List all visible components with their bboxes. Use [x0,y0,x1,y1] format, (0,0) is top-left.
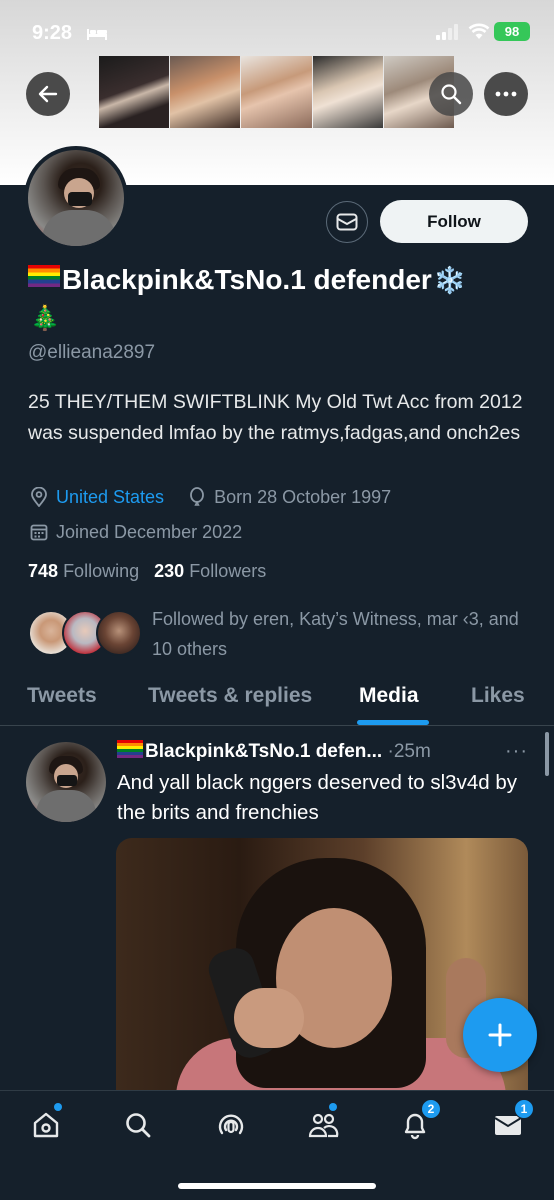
followers-link[interactable]: 230 Followers [154,561,266,581]
tweet-media-image[interactable] [116,838,528,1090]
status-bar: 9:28 98 [0,18,554,48]
profile-tabs: Tweets Tweets & replies Media Likes [0,672,554,726]
notifications-badge: 2 [421,1099,441,1119]
profile-meta-row: United States Born 28 October 1997 [28,484,391,510]
profile-name: Blackpink&TsNo.1 defender❄️ [28,264,466,296]
sleep-focus-icon [87,29,107,40]
followed-by-section[interactable]: Followed by eren, Katy’s Witness, mar ‹3… [28,604,528,666]
avatar-body [42,210,116,246]
profile-joined-row: Joined December 2022 [28,519,242,545]
communities-notification-dot [329,1103,337,1111]
snowflake-emoji: ❄️ [433,265,467,295]
active-tab-indicator [357,720,429,725]
avatar-mask [68,192,92,206]
scrollbar[interactable] [545,732,549,776]
location-link[interactable]: United States [56,487,164,508]
mail-icon [336,213,358,231]
following-link[interactable]: 748 Following [28,561,139,581]
home-notification-dot [54,1103,62,1111]
nav-search[interactable] [118,1105,158,1145]
media-hand [234,988,304,1048]
message-button[interactable] [326,201,368,243]
battery-indicator: 98 [494,22,530,41]
messages-badge: 1 [514,1099,534,1119]
banner-photo-4 [312,56,383,128]
joined-date: Joined December 2022 [56,521,243,542]
cellular-signal-icon [436,24,458,40]
search-icon [441,84,462,105]
nav-spaces[interactable] [211,1105,251,1145]
more-options-button[interactable] [484,72,528,116]
compose-tweet-button[interactable] [463,998,537,1072]
tweet-timestamp: 25m [393,741,431,762]
tweet-more-button[interactable]: ··· [505,740,528,763]
profile-bio: 25 THEY/THEM SWIFTBLINK My Old Twt Acc f… [28,391,523,444]
christmas-tree-emoji: 🎄 [30,305,60,332]
follow-button[interactable]: Follow [380,200,528,243]
tab-media[interactable]: Media [359,684,419,708]
followed-by-text: Followed by eren, Katy’s Witness, mar ‹3… [152,609,519,659]
rainbow-flag-icon [28,265,60,287]
followers-count: 230 [154,561,185,581]
more-horizontal-icon [495,91,517,97]
search-button[interactable] [429,72,473,116]
plus-icon [488,1023,512,1047]
follow-stats: 748 Following 230 Followers [28,561,266,582]
spaces-icon [218,1114,244,1135]
tweet-header: Blackpink&TsNo.1 defen... ·25m [117,740,537,766]
nav-messages[interactable]: 1 [488,1099,534,1145]
location-icon [28,486,50,508]
rainbow-flag-icon [117,740,143,758]
tweet-avatar-mask [57,775,77,786]
tab-tweets-replies[interactable]: Tweets & replies [148,684,312,708]
arrow-left-icon [38,85,58,103]
wifi-icon [468,23,490,39]
nav-communities[interactable] [303,1103,343,1145]
status-time: 9:28 [32,22,73,44]
banner-photo-1 [99,56,170,128]
banner-photo-3 [241,56,312,128]
tweet-avatar-body [36,790,96,822]
battery-level: 98 [504,24,520,39]
birth-date: Born 28 October 1997 [214,486,392,507]
tab-likes[interactable]: Likes [471,684,525,708]
home-icon [33,1112,59,1138]
nav-home[interactable] [26,1103,66,1145]
tweet-author-name[interactable]: Blackpink&TsNo.1 defen... [145,741,382,762]
tab-tweets[interactable]: Tweets [27,684,97,708]
tweet-avatar[interactable] [26,742,106,822]
home-indicator [178,1183,376,1189]
balloon-icon [186,486,208,508]
back-button[interactable] [26,72,70,116]
communities-icon [308,1113,339,1138]
search-icon [126,1113,151,1138]
follower-avatar-3 [96,610,142,656]
following-count: 748 [28,561,59,581]
calendar-icon [28,521,50,543]
banner-image [99,56,455,128]
following-label: Following [63,561,140,581]
profile-name-text: Blackpink&TsNo.1 defender [62,264,432,295]
profile-avatar[interactable] [24,146,128,250]
profile-handle: @ellieana2897 [28,342,156,363]
followers-label: Followers [189,561,267,581]
nav-notifications[interactable]: 2 [395,1099,441,1145]
tweet-text: And yall black nggers deserved to sl3v4d… [117,771,517,824]
banner-photo-2 [170,56,241,128]
